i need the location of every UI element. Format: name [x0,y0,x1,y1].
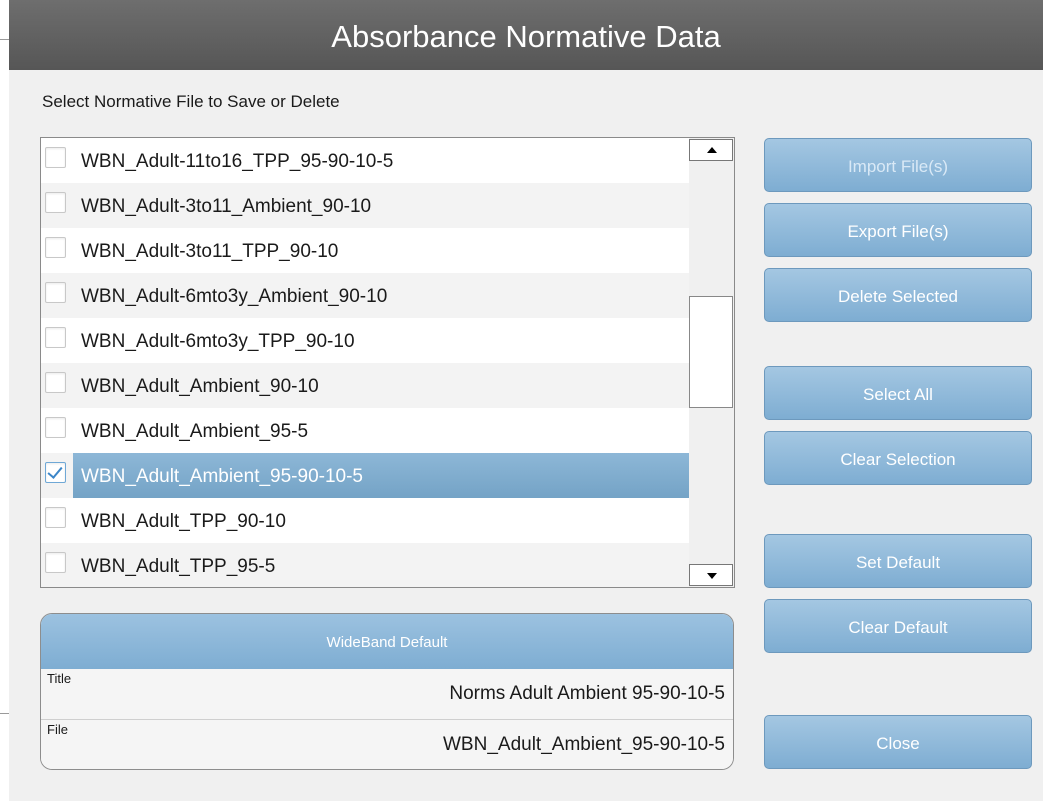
background-window-edge [0,0,9,801]
file-label: WBN_Adult_Ambient_95-5 [81,421,309,442]
file-label: WBN_Adult_TPP_95-5 [81,556,276,577]
list-item[interactable]: WBN_Adult-11to16_TPP_95-90-10-5 [41,138,689,183]
scrollbar-thumb[interactable] [689,296,733,408]
absorbance-normative-data-dialog: Absorbance Normative Data Select Normati… [9,0,1043,801]
file-label: WBN_Adult-3to11_TPP_90-10 [81,241,339,262]
file-label: WBN_Adult_Ambient_95-90-10-5 [73,453,689,498]
file-checkbox[interactable] [45,327,66,348]
file-value: WBN_Adult_Ambient_95-90-10-5 [443,734,725,755]
normative-file-list[interactable]: WBN_Adult-11to16_TPP_95-90-10-5 WBN_Adul… [40,137,735,588]
file-label: WBN_Adult-6mto3y_Ambient_90-10 [81,286,388,307]
file-label: File [47,722,68,737]
file-checkbox[interactable] [45,192,66,213]
file-checkbox[interactable] [45,417,66,438]
instruction-text: Select Normative File to Save or Delete [42,92,340,111]
list-item-selected[interactable]: WBN_Adult_Ambient_95-90-10-5 [41,453,689,498]
scroll-down-button[interactable] [689,564,733,586]
list-item[interactable]: WBN_Adult-6mto3y_Ambient_90-10 [41,273,689,318]
export-files-button[interactable]: Export File(s) [764,203,1032,257]
file-label: WBN_Adult_TPP_90-10 [81,511,286,532]
file-checkbox[interactable] [45,282,66,303]
clear-selection-button[interactable]: Clear Selection [764,431,1032,485]
vertical-scrollbar[interactable] [689,138,734,587]
edge-tick [0,39,9,40]
list-item[interactable]: WBN_Adult-6mto3y_TPP_90-10 [41,318,689,363]
file-checkbox[interactable] [45,552,66,573]
window-title: Absorbance Normative Data [9,0,1043,70]
file-checkbox[interactable] [45,507,66,528]
clear-default-button[interactable]: Clear Default [764,599,1032,653]
list-item[interactable]: WBN_Adult-3to11_TPP_90-10 [41,228,689,273]
select-all-button[interactable]: Select All [764,366,1032,420]
import-files-button[interactable]: Import File(s) [764,138,1032,192]
list-item[interactable]: WBN_Adult_TPP_90-10 [41,498,689,543]
default-file-field: File WBN_Adult_Ambient_95-90-10-5 [41,720,733,769]
file-label: WBN_Adult-6mto3y_TPP_90-10 [81,331,355,352]
file-label: WBN_Adult_Ambient_90-10 [81,376,319,397]
title-label: Title [47,671,72,686]
list-item[interactable]: WBN_Adult-3to11_Ambient_90-10 [41,183,689,228]
file-label: WBN_Adult-11to16_TPP_95-90-10-5 [81,151,394,172]
file-checkbox[interactable] [45,147,66,168]
panel-header: WideBand Default [41,614,733,669]
set-default-button[interactable]: Set Default [764,534,1032,588]
scroll-up-button[interactable] [689,139,733,161]
wideband-default-panel: WideBand Default Title Norms Adult Ambie… [40,613,734,770]
delete-selected-button[interactable]: Delete Selected [764,268,1032,322]
file-label: WBN_Adult-3to11_Ambient_90-10 [81,196,372,217]
edge-tick [0,713,9,714]
file-checkbox[interactable] [45,372,66,393]
list-item[interactable]: WBN_Adult_TPP_95-5 [41,543,689,587]
list-item[interactable]: WBN_Adult_Ambient_95-5 [41,408,689,453]
title-value: Norms Adult Ambient 95-90-10-5 [449,683,725,704]
default-title-field: Title Norms Adult Ambient 95-90-10-5 [41,669,733,720]
triangle-down-icon [707,573,717,579]
triangle-up-icon [707,147,717,153]
checkmark-icon[interactable] [45,462,66,483]
file-checkbox[interactable] [45,237,66,258]
close-button[interactable]: Close [764,715,1032,769]
list-item[interactable]: WBN_Adult_Ambient_90-10 [41,363,689,408]
